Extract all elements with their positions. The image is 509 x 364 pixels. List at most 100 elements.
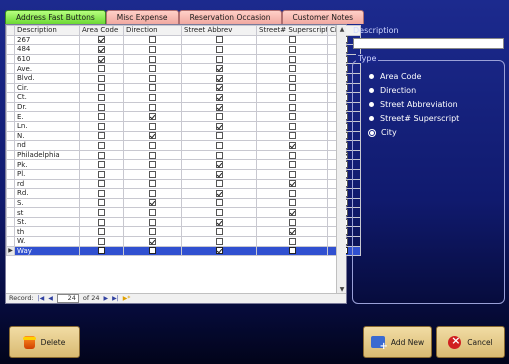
superscript-checkbox[interactable] bbox=[288, 65, 296, 73]
column-header[interactable]: Area Code bbox=[79, 25, 124, 36]
table-row[interactable]: 610 bbox=[6, 53, 361, 65]
first-record-button[interactable]: |◀ bbox=[38, 294, 45, 303]
table-row[interactable]: Ln. bbox=[6, 120, 361, 132]
table-row[interactable]: Pk. bbox=[6, 159, 361, 170]
direction-checkbox[interactable] bbox=[149, 247, 156, 255]
street-abbrev-checkbox[interactable] bbox=[215, 74, 223, 82]
street-abbrev-checkbox[interactable] bbox=[215, 228, 223, 236]
street-abbrev-checkbox[interactable] bbox=[215, 132, 223, 140]
street-abbrev-checkbox[interactable] bbox=[215, 209, 223, 217]
table-row[interactable]: Cir. bbox=[6, 82, 361, 94]
area-code-checkbox[interactable] bbox=[98, 247, 105, 255]
description-cell[interactable]: Way bbox=[14, 245, 80, 257]
radio-button[interactable] bbox=[368, 128, 376, 137]
grid-vertical-scrollbar[interactable]: ▲ ▼ bbox=[336, 25, 346, 295]
street-abbrev-checkbox[interactable] bbox=[215, 36, 223, 44]
column-header[interactable]: Description bbox=[14, 25, 80, 36]
row-selector[interactable] bbox=[6, 159, 15, 170]
street-abbrev-checkbox[interactable] bbox=[215, 199, 223, 207]
row-selector[interactable] bbox=[6, 140, 15, 151]
description-cell[interactable]: Pl. bbox=[14, 168, 80, 180]
superscript-checkbox[interactable] bbox=[288, 247, 296, 255]
direction-checkbox[interactable] bbox=[149, 218, 156, 226]
area-code-checkbox[interactable] bbox=[98, 84, 105, 92]
direction-checkbox[interactable] bbox=[149, 180, 156, 188]
superscript-checkbox[interactable] bbox=[288, 45, 296, 53]
street-abbrev-checkbox[interactable] bbox=[215, 65, 223, 73]
superscript-checkbox[interactable] bbox=[288, 237, 296, 245]
row-selector[interactable] bbox=[6, 236, 15, 247]
next-record-button[interactable]: ▶ bbox=[104, 294, 109, 303]
superscript-checkbox[interactable] bbox=[288, 209, 296, 217]
row-selector[interactable] bbox=[6, 101, 15, 113]
scroll-up-icon[interactable]: ▲ bbox=[337, 25, 347, 35]
superscript-checkbox[interactable] bbox=[288, 170, 296, 178]
type-option-street-superscript[interactable]: Street# Superscript bbox=[369, 114, 459, 123]
type-option-street-abbreviation[interactable]: Street Abbreviation bbox=[369, 100, 458, 109]
table-row[interactable]: Rd. bbox=[6, 188, 361, 199]
description-cell[interactable]: Dr. bbox=[14, 101, 80, 113]
row-selector[interactable] bbox=[6, 226, 15, 238]
row-selector[interactable] bbox=[6, 216, 15, 228]
table-row[interactable]: st bbox=[6, 207, 361, 218]
description-cell[interactable]: N. bbox=[14, 130, 80, 142]
description-cell[interactable]: St. bbox=[14, 216, 80, 228]
description-cell[interactable]: Ave. bbox=[14, 63, 80, 74]
direction-checkbox[interactable] bbox=[149, 237, 156, 245]
row-selector[interactable] bbox=[6, 111, 15, 122]
street-abbrev-checkbox[interactable] bbox=[215, 151, 223, 159]
current-record-field[interactable]: 24 bbox=[56, 294, 79, 303]
superscript-checkbox[interactable] bbox=[288, 180, 296, 188]
tab-customer-notes[interactable]: Customer Notes bbox=[281, 10, 365, 24]
delete-button[interactable]: Delete bbox=[9, 326, 80, 358]
area-code-checkbox[interactable] bbox=[98, 180, 105, 188]
description-cell[interactable]: 267 bbox=[14, 34, 80, 46]
description-cell[interactable]: 610 bbox=[14, 53, 80, 65]
direction-checkbox[interactable] bbox=[149, 113, 156, 121]
description-cell[interactable]: Pk. bbox=[14, 159, 80, 170]
street-abbrev-checkbox[interactable] bbox=[215, 55, 223, 63]
description-cell[interactable]: E. bbox=[14, 111, 80, 122]
table-row[interactable]: Blvd. bbox=[6, 72, 361, 84]
description-cell[interactable]: rd bbox=[14, 178, 80, 190]
street-abbrev-checkbox[interactable] bbox=[215, 161, 223, 169]
area-code-checkbox[interactable] bbox=[98, 45, 105, 53]
area-code-checkbox[interactable] bbox=[98, 93, 105, 101]
radio-button[interactable] bbox=[369, 88, 374, 93]
superscript-checkbox[interactable] bbox=[288, 84, 296, 92]
direction-checkbox[interactable] bbox=[149, 141, 156, 149]
row-selector[interactable] bbox=[6, 188, 15, 199]
description-cell[interactable]: nd bbox=[14, 140, 80, 151]
area-code-checkbox[interactable] bbox=[98, 113, 105, 121]
description-cell[interactable]: S. bbox=[14, 197, 80, 209]
area-code-checkbox[interactable] bbox=[98, 36, 105, 44]
description-cell[interactable]: Ln. bbox=[14, 120, 80, 132]
column-header[interactable]: Street# Superscript bbox=[256, 25, 328, 36]
table-row[interactable]: S. bbox=[6, 197, 361, 209]
prev-record-button[interactable]: ◀ bbox=[48, 294, 53, 303]
area-code-checkbox[interactable] bbox=[98, 189, 105, 197]
street-abbrev-checkbox[interactable] bbox=[215, 93, 223, 101]
direction-checkbox[interactable] bbox=[149, 170, 156, 178]
table-row[interactable]: N. bbox=[6, 130, 361, 142]
new-record-button[interactable]: ▶* bbox=[123, 294, 131, 303]
row-selector[interactable]: ▶ bbox=[6, 245, 15, 257]
street-abbrev-checkbox[interactable] bbox=[215, 84, 223, 92]
description-cell[interactable]: th bbox=[14, 226, 80, 238]
area-code-checkbox[interactable] bbox=[98, 74, 105, 82]
table-row[interactable]: nd bbox=[6, 140, 361, 151]
description-cell[interactable]: 484 bbox=[14, 44, 80, 55]
direction-checkbox[interactable] bbox=[149, 45, 156, 53]
area-code-checkbox[interactable] bbox=[98, 65, 105, 73]
table-row[interactable]: 267 bbox=[6, 34, 361, 46]
superscript-checkbox[interactable] bbox=[288, 122, 296, 130]
direction-checkbox[interactable] bbox=[149, 189, 156, 197]
area-code-checkbox[interactable] bbox=[98, 132, 105, 140]
add-new-button[interactable]: Add New bbox=[363, 326, 432, 358]
superscript-checkbox[interactable] bbox=[288, 161, 296, 169]
street-abbrev-checkbox[interactable] bbox=[215, 237, 223, 245]
superscript-checkbox[interactable] bbox=[288, 74, 296, 82]
table-row[interactable]: Dr. bbox=[6, 101, 361, 113]
table-row[interactable]: rd bbox=[6, 178, 361, 190]
row-selector[interactable] bbox=[6, 82, 15, 94]
